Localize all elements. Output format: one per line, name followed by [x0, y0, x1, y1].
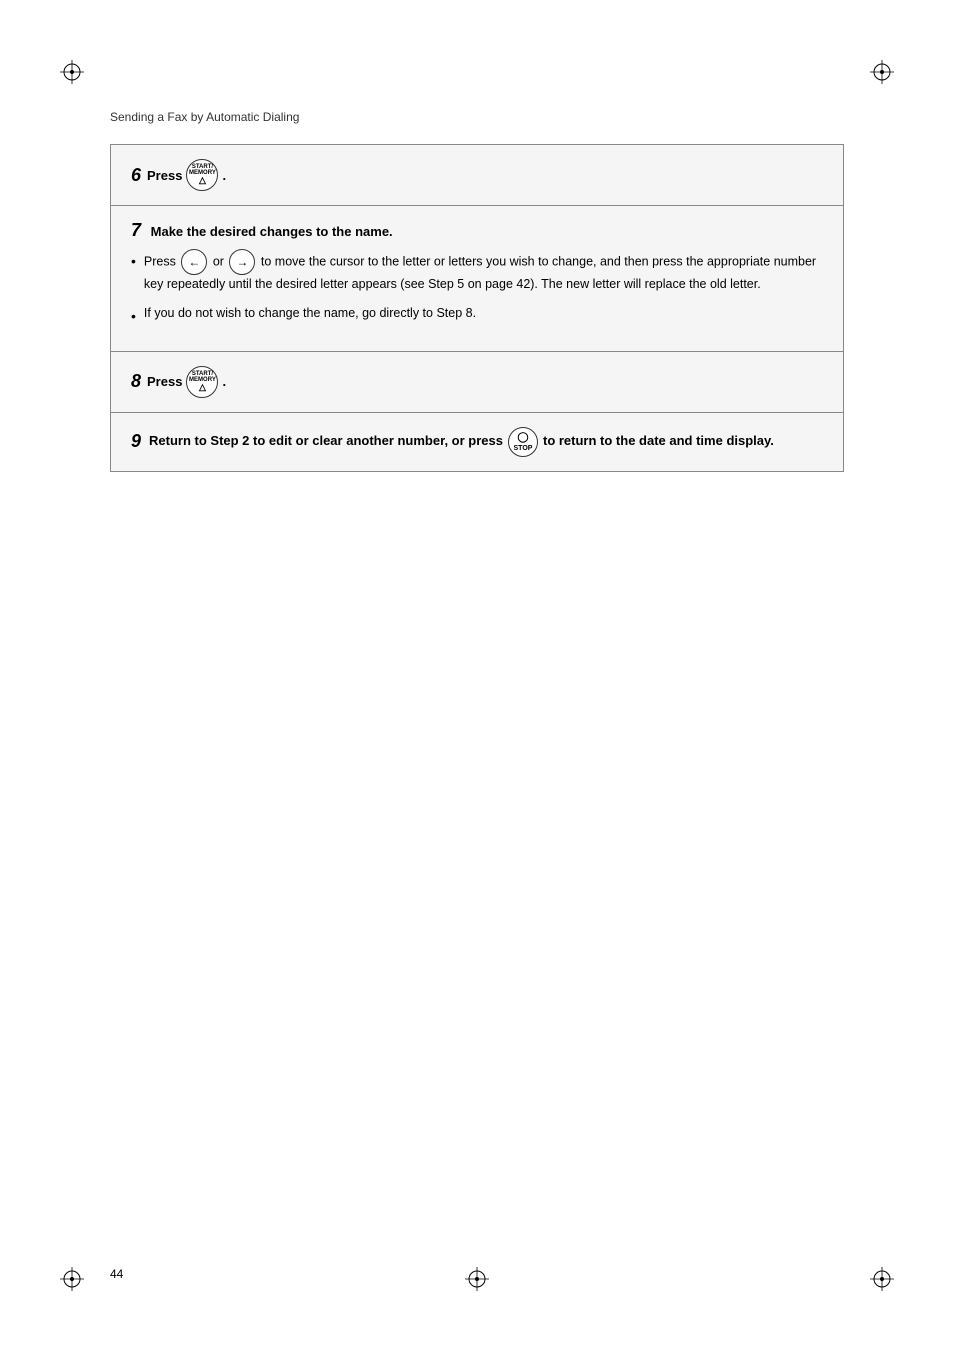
step-8-number: 8	[131, 371, 141, 392]
step-7-bullet-1: • Press ← or → to move the cursor to the…	[131, 249, 823, 294]
reg-mark-br	[870, 1267, 894, 1291]
step-9-text-before: Return to Step 2 to edit or clear anothe…	[149, 431, 503, 452]
step-6-inline: 6 Press START/MEMORY △ .	[131, 159, 823, 191]
step-7-bullet-1-text: Press ← or → to move the cursor to the l…	[144, 249, 823, 294]
reg-mark-tl	[60, 60, 84, 84]
step-7-bullet-2: • If you do not wish to change the name,…	[131, 304, 823, 327]
reg-mark-bl	[60, 1267, 84, 1291]
press-label-7: Press	[144, 254, 179, 268]
step-9-text-after: to return to the date and time display.	[543, 431, 774, 452]
page-number: 44	[110, 1267, 123, 1281]
step-9-number: 9	[131, 427, 141, 456]
step-6-number: 6	[131, 165, 141, 186]
or-label: or	[213, 254, 228, 268]
step-7-header: 7 Make the desired changes to the name.	[131, 220, 823, 241]
step-6-press-label: Press	[147, 168, 182, 183]
header-text: Sending a Fax by Automatic Dialing	[110, 110, 299, 124]
step-8-press-label: Press	[147, 374, 182, 389]
step-7-bullet-2-text: If you do not wish to change the name, g…	[144, 304, 823, 323]
stop-key: ◯ STOP	[508, 427, 538, 457]
step-9-content: 9 Return to Step 2 to edit or clear anot…	[131, 427, 823, 457]
step-8-inline: 8 Press START/MEMORY △ .	[131, 366, 823, 398]
page-header: Sending a Fax by Automatic Dialing	[110, 110, 844, 124]
step-7-number: 7	[131, 220, 141, 240]
steps-container: 6 Press START/MEMORY △ . 7 Make the desi…	[110, 144, 844, 472]
step-7-body: • Press ← or → to move the cursor to the…	[131, 249, 823, 327]
step-6-period: .	[222, 168, 226, 183]
step-7-row: 7 Make the desired changes to the name. …	[111, 206, 843, 352]
step-8-period: .	[222, 374, 226, 389]
reg-mark-bm	[465, 1267, 489, 1291]
reg-mark-tr	[870, 60, 894, 84]
step-7-title: Make the desired changes to the name.	[151, 224, 393, 239]
start-memory-key-8: START/MEMORY △	[186, 366, 218, 398]
bullet-dot-1: •	[131, 251, 136, 272]
right-arrow-key: →	[229, 249, 255, 275]
step-8-row: 8 Press START/MEMORY △ .	[111, 352, 843, 413]
step-9-row: 9 Return to Step 2 to edit or clear anot…	[111, 413, 843, 471]
start-memory-key-6: START/MEMORY △	[186, 159, 218, 191]
bullet-dot-2: •	[131, 306, 136, 327]
page-content: Sending a Fax by Automatic Dialing 6 Pre…	[110, 110, 844, 1241]
step-6-row: 6 Press START/MEMORY △ .	[111, 145, 843, 206]
left-arrow-key: ←	[181, 249, 207, 275]
